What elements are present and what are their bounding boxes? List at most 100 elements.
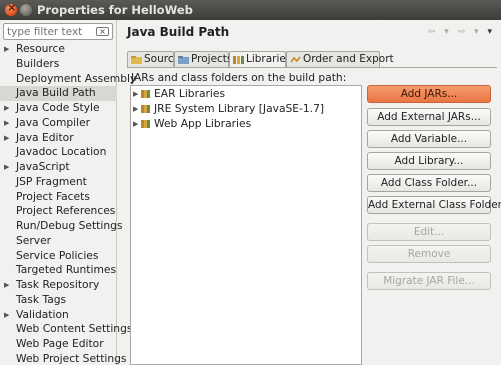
tree-item-label: Task Tags xyxy=(16,292,67,306)
expand-arrow-icon[interactable]: ▶ xyxy=(4,42,9,57)
tree-item[interactable]: Task Tags xyxy=(0,293,117,308)
add-variable-button[interactable]: Add Variable... xyxy=(367,130,491,148)
close-window-icon[interactable] xyxy=(5,1,17,16)
library-icon xyxy=(141,90,151,98)
tree-item[interactable]: Targeted Runtimes xyxy=(0,263,117,278)
window-title: Properties for HelloWeb xyxy=(37,3,193,17)
migrate-jar-button[interactable]: Migrate JAR File... xyxy=(367,272,491,290)
back-icon[interactable]: ⇦ ▾ xyxy=(428,27,452,37)
source-folder-icon xyxy=(131,56,142,64)
minimize-window-icon[interactable] xyxy=(20,4,32,16)
edit-button[interactable]: Edit... xyxy=(367,223,491,241)
tree-item-label: Run/Debug Settings xyxy=(16,219,123,232)
tree-item-label: JavaScript xyxy=(16,160,70,173)
projects-icon xyxy=(178,56,189,64)
expand-arrow-icon[interactable]: ▶ xyxy=(4,116,9,131)
tree-item[interactable]: Run/Debug Settings xyxy=(0,219,122,234)
remove-button[interactable]: Remove xyxy=(367,245,491,263)
expand-arrow-icon[interactable]: ▶ xyxy=(133,102,138,116)
title-bar: Properties for HelloWeb xyxy=(0,0,501,20)
tree-item-label: Java Compiler xyxy=(16,115,91,129)
tree-item-label: JSP Fragment xyxy=(16,174,87,188)
page-title: Java Build Path xyxy=(127,25,230,39)
tree-item-label: Server xyxy=(16,233,52,247)
tree-item-label: Project Facets xyxy=(16,189,90,203)
tree-item-label: Java Editor xyxy=(16,130,74,144)
tree-item-label: Resource xyxy=(16,42,66,55)
library-label: EAR Libraries xyxy=(154,87,226,100)
history-navigation: ⇦ ▾ ⇨ ▾ ▾ xyxy=(428,27,495,37)
tree-item-label: Javadoc Location xyxy=(16,145,107,159)
tree-item[interactable]: Web Content Settings xyxy=(0,322,132,337)
tree-item-label: Web Content Settings xyxy=(16,322,133,336)
expand-arrow-icon[interactable]: ▶ xyxy=(4,308,9,323)
library-icon xyxy=(141,105,151,113)
library-label: JRE System Library [JavaSE-1.7] xyxy=(154,102,325,115)
tab-libraries-label: Libraries xyxy=(246,53,292,65)
tree-item-label: Web Page Editor xyxy=(16,337,104,350)
property-tree: ▶ Resource Builders Deployment Assembly Java… xyxy=(0,42,136,365)
filter-input[interactable] xyxy=(7,25,91,38)
tree-item[interactable]: ▶ JavaScript xyxy=(0,160,117,175)
tree-item-label: Task Repository xyxy=(16,278,100,291)
tree-item[interactable]: Service Policies xyxy=(0,249,117,264)
tree-item-label: Targeted Runtimes xyxy=(16,263,117,277)
add-library-button[interactable]: Add Library... xyxy=(367,152,491,170)
library-entry[interactable]: ▶ JRE System Library [JavaSE-1.7] xyxy=(131,102,324,116)
libraries-icon xyxy=(233,56,244,64)
expand-arrow-icon[interactable]: ▶ xyxy=(133,87,138,101)
tree-item-label: Java Code Style xyxy=(16,101,100,114)
tab-divider xyxy=(127,67,497,68)
tab-order-export[interactable]: Order and Export xyxy=(286,51,394,67)
library-entry[interactable]: ▶ EAR Libraries xyxy=(131,87,225,101)
tree-item[interactable]: ▶ Task Repository xyxy=(0,278,117,293)
tree-item[interactable]: Java Build Path xyxy=(0,86,117,101)
tree-item[interactable]: Web Project Settings xyxy=(0,352,127,365)
tree-item[interactable]: JSP Fragment xyxy=(0,175,117,190)
expand-arrow-icon[interactable]: ▶ xyxy=(4,101,9,116)
tree-item[interactable]: Deployment Assembly xyxy=(0,72,136,87)
tree-item-label: Builders xyxy=(16,56,60,70)
tab-order-export-label: Order and Export xyxy=(303,53,394,65)
add-external-class-folder-button[interactable]: Add External Class Folder... xyxy=(367,196,501,214)
library-label: Web App Libraries xyxy=(154,117,252,130)
build-path-panel: Java Build Path ⇦ ▾ ⇨ ▾ ▾ Source Project… xyxy=(118,20,501,365)
properties-sidebar: × ▶ResourceBuildersDeployment AssemblyJa… xyxy=(0,20,136,365)
expand-arrow-icon[interactable]: ▶ xyxy=(4,278,9,293)
filter-field[interactable]: × xyxy=(3,23,113,40)
expand-arrow-icon[interactable]: ▶ xyxy=(4,131,9,146)
tree-item[interactable]: Server xyxy=(0,234,117,249)
view-menu-icon[interactable]: ▾ xyxy=(487,27,495,37)
expand-arrow-icon[interactable]: ▶ xyxy=(133,117,138,131)
library-icon xyxy=(141,120,151,128)
expand-arrow-icon[interactable]: ▶ xyxy=(4,160,9,175)
tree-item-label: Validation xyxy=(16,307,69,321)
tree-item[interactable]: ▶ Java Code Style xyxy=(0,101,117,116)
library-entry[interactable]: ▶ Web App Libraries xyxy=(131,117,251,131)
tree-item[interactable]: ▶ Validation xyxy=(0,308,117,323)
tree-item-label: Java Build Path xyxy=(16,86,96,100)
tab-source[interactable]: Source xyxy=(127,51,180,67)
libraries-list[interactable]: ▶ EAR Libraries ▶ JRE System Library [JavaS… xyxy=(130,85,362,365)
add-external-jars-button[interactable]: Add External JARs... xyxy=(367,108,491,126)
tree-item-label: Web Project Settings xyxy=(16,351,127,365)
tree-item-label: Project References xyxy=(16,204,116,218)
tree-item[interactable]: ▶ Java Compiler xyxy=(0,116,117,131)
tree-item-label: Service Policies xyxy=(16,248,99,262)
tab-projects[interactable]: Projects xyxy=(174,51,233,67)
order-export-icon xyxy=(290,56,301,63)
tree-item[interactable]: Project Facets xyxy=(0,190,117,205)
tree-item[interactable]: Web Page Editor xyxy=(0,337,117,352)
tab-projects-label: Projects xyxy=(191,53,233,65)
add-class-folder-button[interactable]: Add Class Folder... xyxy=(367,174,491,192)
add-jars-button[interactable]: Add JARs... xyxy=(367,85,491,103)
forward-icon[interactable]: ⇨ ▾ xyxy=(458,27,482,37)
tree-item[interactable]: ▶ Java Editor xyxy=(0,131,117,146)
tab-libraries[interactable]: Libraries xyxy=(229,51,291,68)
clear-icon[interactable]: × xyxy=(96,27,109,36)
tree-item[interactable]: Builders xyxy=(0,57,117,72)
tree-item[interactable]: Project References xyxy=(0,204,117,219)
tree-item[interactable]: ▶ Resource xyxy=(0,42,117,57)
build-path-caption: JARs and class folders on the build path… xyxy=(131,71,347,84)
tree-item[interactable]: Javadoc Location xyxy=(0,145,117,160)
